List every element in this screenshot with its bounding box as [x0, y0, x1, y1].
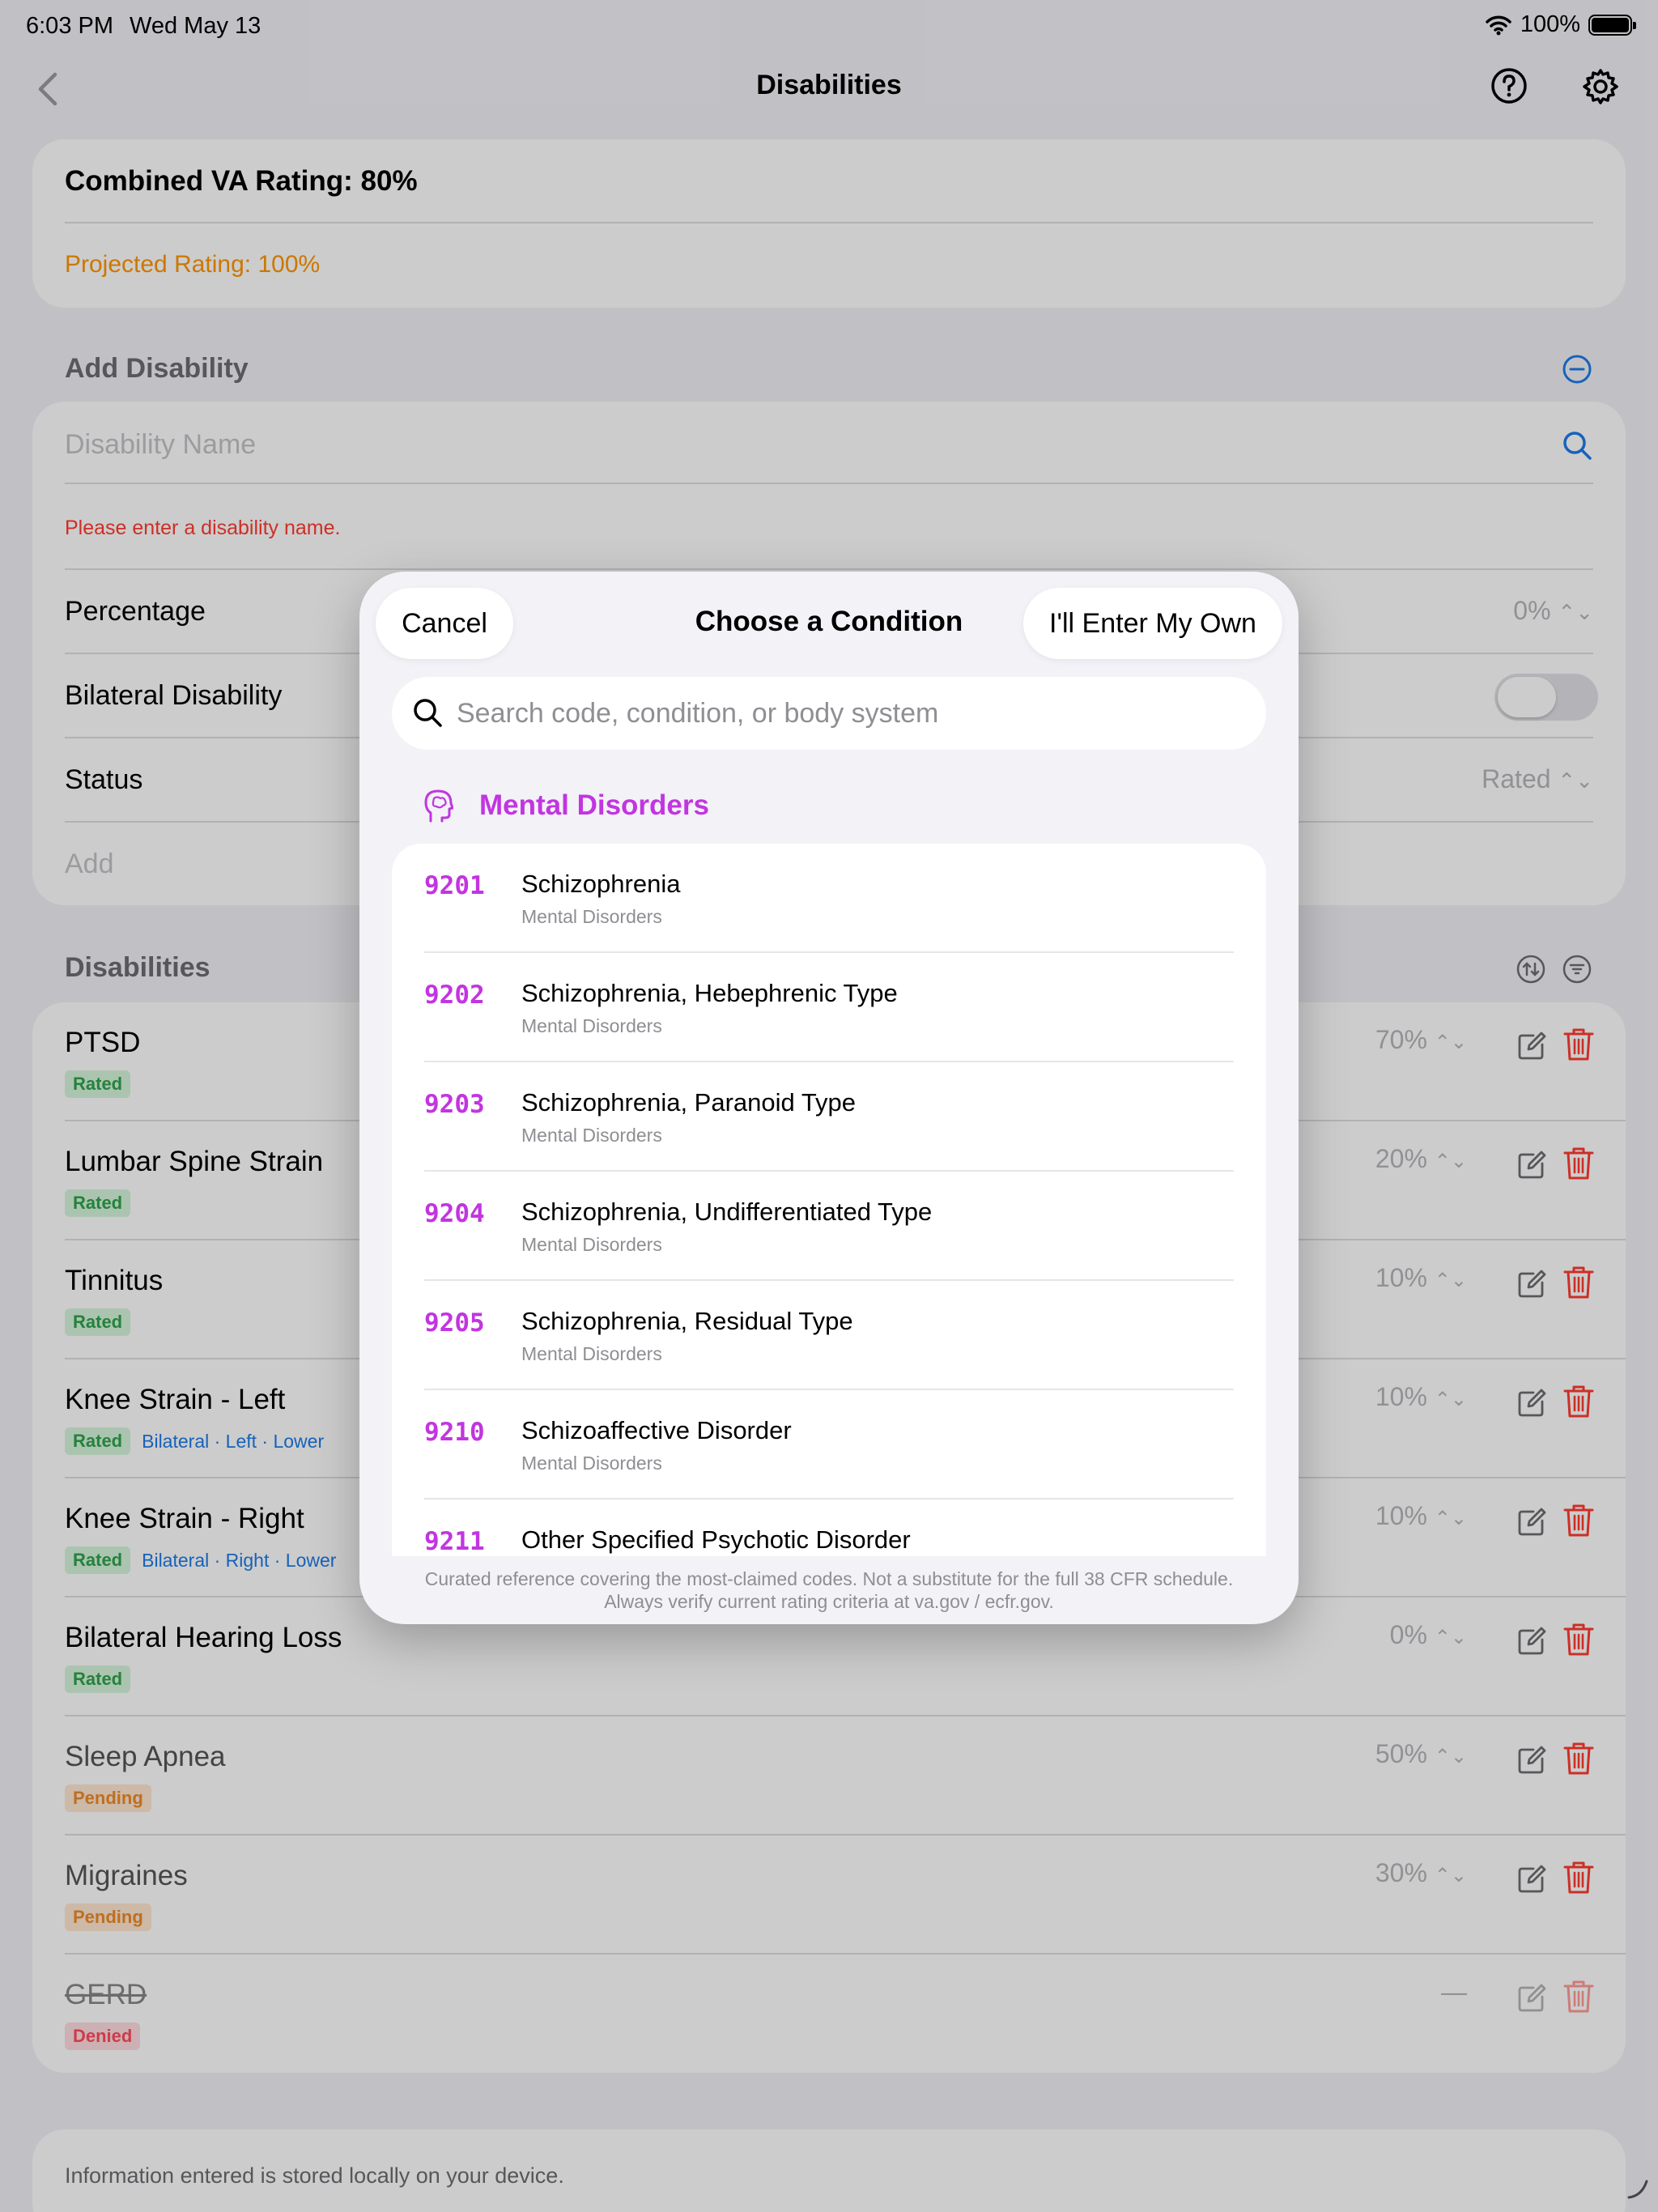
condition-item[interactable]: 9205 Schizophrenia, Residual Type Mental D… — [392, 1281, 1266, 1390]
disclaimer: Curated reference covering the most-clai… — [392, 1568, 1266, 1613]
condition-name: Schizophrenia, Undifferentiated Type — [521, 1197, 933, 1226]
category-label: Mental Disorders — [479, 789, 709, 821]
condition-code: 9202 — [424, 981, 485, 1010]
condition-name: Schizophrenia, Hebephrenic Type — [521, 979, 898, 1007]
condition-list: 9201 Schizophrenia Mental Disorders 9202 Sch… — [392, 844, 1266, 1556]
brain-icon — [424, 789, 453, 823]
condition-name: Other Specified Psychotic Disorder — [521, 1525, 911, 1554]
condition-item[interactable]: 9211Other Specified Psychotic DisorderMe… — [392, 1499, 1266, 1556]
condition-item[interactable]: 9204 Schizophrenia, Undifferentiated Type… — [392, 1172, 1266, 1281]
condition-category: Mental Disorders — [521, 1234, 662, 1255]
condition-category: Mental Disorders — [521, 906, 662, 927]
condition-item[interactable]: 9201 Schizophrenia Mental Disorders — [392, 844, 1266, 953]
category-header: Mental Disorders — [424, 789, 709, 823]
condition-name: Schizoaffective Disorder — [521, 1416, 792, 1444]
condition-name: Schizophrenia — [521, 870, 681, 898]
condition-item[interactable]: 9202 Schizophrenia, Hebephrenic Type Menta… — [392, 953, 1266, 1062]
condition-code: 9205 — [424, 1308, 485, 1338]
condition-category: Mental Disorders — [521, 1015, 662, 1036]
enter-own-button[interactable]: I'll Enter My Own — [1023, 588, 1282, 659]
search-icon — [414, 699, 442, 727]
condition-code: 9203 — [424, 1090, 485, 1119]
condition-category: Mental Disorders — [521, 1343, 662, 1364]
disclaimer-line-1: Curated reference covering the most-clai… — [424, 1568, 1234, 1589]
condition-name: Schizophrenia, Residual Type — [521, 1307, 853, 1335]
condition-code: 9211 — [424, 1527, 485, 1556]
condition-code: 9201 — [424, 871, 485, 900]
condition-category: Mental Disorders — [521, 1453, 662, 1474]
condition-name: Schizophrenia, Paranoid Type — [521, 1088, 857, 1117]
disclaimer-line-2: Always verify current rating criteria at… — [604, 1591, 1054, 1612]
condition-code: 9210 — [424, 1418, 485, 1447]
condition-code: 9204 — [424, 1199, 485, 1228]
condition-search-input[interactable] — [457, 677, 1250, 750]
condition-category: Mental Disorders — [521, 1125, 662, 1146]
condition-search-bar[interactable] — [392, 677, 1266, 750]
choose-condition-sheet: Cancel Choose a Condition I'll Enter My … — [359, 572, 1299, 1624]
condition-item[interactable]: 9203 Schizophrenia, Paranoid Type Mental D… — [392, 1062, 1266, 1172]
condition-item[interactable]: 9210 Schizoaffective Disorder Mental Disor… — [392, 1390, 1266, 1499]
